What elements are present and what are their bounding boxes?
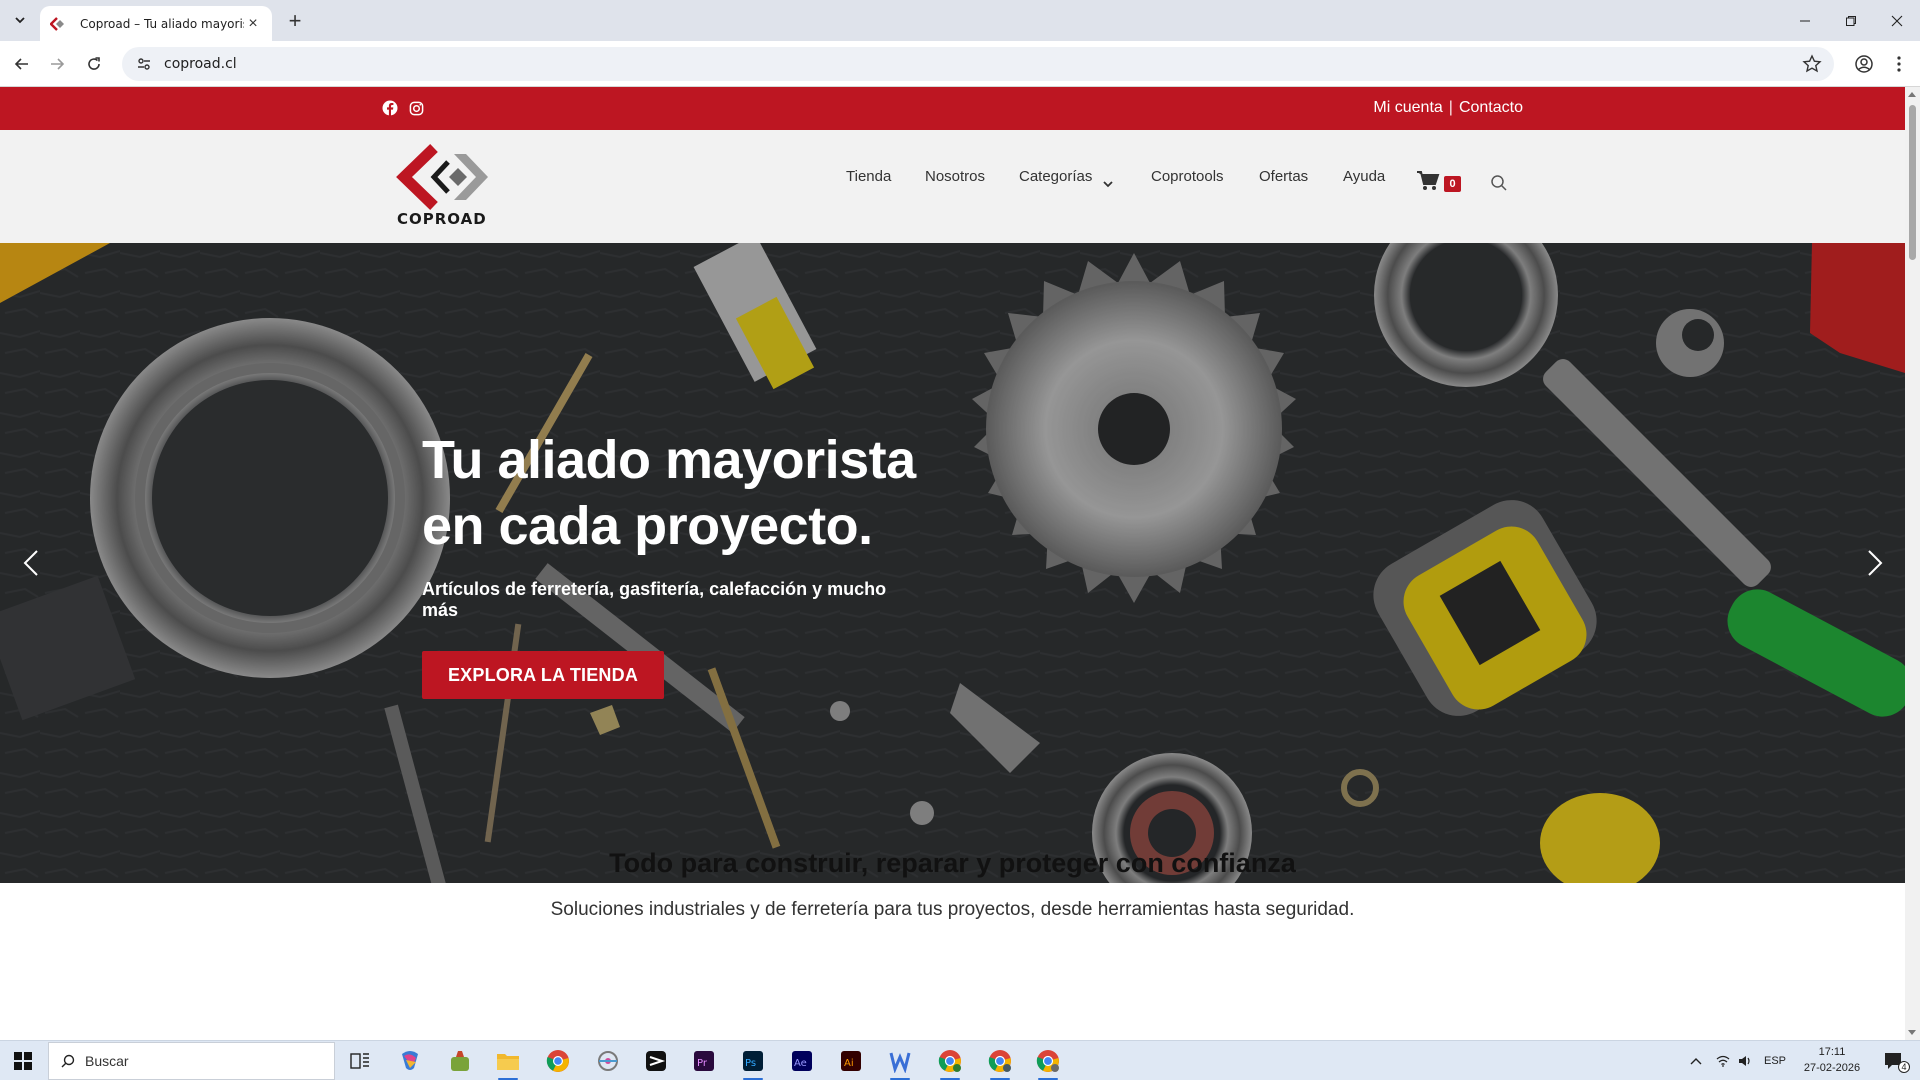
new-tab-button[interactable]: +	[282, 8, 308, 34]
taskbar-search-icon	[61, 1054, 75, 1068]
taskbar-clock[interactable]: 17:11 27-02-2026	[1802, 1044, 1862, 1076]
section-title: Todo para construir, reparar y proteger …	[609, 848, 1296, 878]
slider-prev-arrow-icon[interactable]	[16, 543, 46, 583]
svg-text:Ae: Ae	[794, 1058, 807, 1069]
chrome-profile-2-icon[interactable]	[980, 1045, 1020, 1080]
explore-store-button[interactable]: EXPLORA LA TIENDA	[422, 651, 664, 699]
cart-icon	[1417, 171, 1440, 190]
scroll-down-arrow-icon[interactable]	[1908, 1030, 1916, 1035]
bookmark-star-icon[interactable]	[1802, 54, 1822, 74]
system-tray: ESP	[1690, 1041, 1786, 1080]
volume-icon[interactable]	[1738, 1055, 1752, 1067]
tab-title: Coproad – Tu aliado mayorista	[80, 16, 244, 31]
taskbar-search[interactable]: Buscar	[48, 1042, 335, 1080]
illustrator-icon[interactable]: Ai	[831, 1045, 871, 1077]
notification-count: 4	[1898, 1061, 1910, 1073]
facebook-icon[interactable]	[380, 98, 400, 118]
logo-wordmark: COPROAD	[397, 210, 487, 228]
windows-taskbar: Buscar Pr Ps Ae Ai ESP 17:11 27-02-2026 …	[0, 1040, 1920, 1080]
chrome-icon[interactable]	[538, 1045, 578, 1077]
site-header: COPROAD Tienda Nosotros Categorías Copro…	[0, 130, 1905, 243]
site-info-icon[interactable]	[134, 54, 154, 74]
instagram-icon[interactable]	[406, 98, 426, 118]
tray-chevron-up-icon[interactable]	[1690, 1056, 1702, 1066]
web-page: Mi cuenta | Contacto COPROAD Tienda Noso…	[0, 87, 1905, 1040]
top-links: Mi cuenta | Contacto	[1373, 99, 1523, 117]
premiere-pro-icon[interactable]: Pr	[684, 1045, 724, 1077]
slider-next-arrow-icon[interactable]	[1860, 543, 1890, 583]
reload-icon[interactable]	[80, 50, 108, 78]
tab-close-icon[interactable]: ×	[244, 15, 262, 33]
hero-background-image	[0, 243, 1905, 883]
browser-toolbar: coproad.cl	[0, 41, 1920, 87]
back-arrow-icon[interactable]	[8, 50, 36, 78]
language-indicator[interactable]: ESP	[1764, 1055, 1786, 1067]
hero-subtitle: Artículos de ferretería, gasfitería, cal…	[422, 579, 887, 620]
wifi-icon[interactable]	[1716, 1055, 1730, 1067]
cart-count-badge: 0	[1444, 176, 1461, 192]
clock-time: 17:11	[1818, 1046, 1846, 1058]
forward-arrow-icon[interactable]	[43, 50, 71, 78]
my-account-link[interactable]: Mi cuenta	[1373, 99, 1442, 117]
minimize-icon[interactable]	[1782, 0, 1828, 41]
photoshop-icon[interactable]: Ps	[733, 1045, 773, 1080]
chrome-profile-1-icon[interactable]	[930, 1045, 970, 1080]
nav-item-categorias[interactable]: Categorías	[1019, 168, 1092, 185]
restore-icon[interactable]	[1828, 0, 1874, 41]
taskbar-search-text: Buscar	[85, 1053, 129, 1069]
hero-slider: Tu aliado mayorista en cada proyecto. Ar…	[0, 243, 1905, 883]
url-text: coproad.cl	[164, 56, 237, 72]
search-icon[interactable]	[1490, 174, 1508, 192]
wp-app-icon[interactable]	[880, 1045, 920, 1080]
game-app-icon[interactable]	[440, 1045, 480, 1077]
file-explorer-icon[interactable]	[488, 1045, 528, 1080]
capcut-icon[interactable]	[636, 1045, 676, 1077]
svg-text:Ps: Ps	[745, 1058, 756, 1069]
hero-title-line-2: en cada proyecto.	[422, 496, 873, 556]
active-tab[interactable]: Coproad – Tu aliado mayorista ×	[40, 6, 272, 41]
tab-list-chevron-icon[interactable]	[8, 8, 32, 32]
nav-item-tienda[interactable]: Tienda	[846, 168, 891, 185]
task-view-icon[interactable]	[340, 1045, 380, 1077]
section-subtitle: Soluciones industriales y de ferretería …	[550, 899, 1355, 920]
network-app-icon[interactable]	[588, 1045, 628, 1077]
chrome-profile-3-icon[interactable]	[1028, 1045, 1068, 1080]
close-window-icon[interactable]	[1874, 0, 1920, 41]
nav-item-nosotros[interactable]: Nosotros	[925, 168, 985, 185]
cart-button[interactable]: 0	[1416, 170, 1466, 196]
hero-title-line-1: Tu aliado mayorista	[422, 430, 916, 490]
windows-start-icon[interactable]	[0, 1041, 46, 1080]
categorias-chevron-down-icon[interactable]	[1102, 177, 1114, 194]
browser-tab-bar: Coproad – Tu aliado mayorista × +	[0, 0, 1920, 41]
top-bar: Mi cuenta | Contacto	[0, 87, 1905, 130]
nav-item-coprotools[interactable]: Coprotools	[1151, 168, 1224, 185]
after-effects-icon[interactable]: Ae	[782, 1045, 822, 1077]
hero-title: Tu aliado mayorista en cada proyecto.	[422, 427, 1042, 559]
scrollbar-thumb[interactable]	[1909, 105, 1916, 260]
link-separator: |	[1448, 99, 1453, 116]
svg-text:Ai: Ai	[844, 1058, 854, 1069]
profile-icon[interactable]	[1850, 50, 1878, 78]
nav-item-ayuda[interactable]: Ayuda	[1343, 168, 1385, 185]
notifications-icon[interactable]: 4	[1872, 1045, 1916, 1077]
copilot-icon[interactable]	[390, 1045, 430, 1077]
scroll-up-arrow-icon[interactable]	[1908, 92, 1916, 97]
svg-text:Pr: Pr	[697, 1058, 708, 1069]
contact-link[interactable]: Contacto	[1459, 99, 1523, 117]
address-bar[interactable]: coproad.cl	[122, 47, 1834, 81]
coproad-favicon-icon	[50, 16, 66, 32]
page-scrollbar[interactable]	[1905, 87, 1920, 1040]
clock-date: 27-02-2026	[1803, 1062, 1861, 1074]
kebab-menu-icon[interactable]	[1885, 50, 1913, 78]
nav-item-ofertas[interactable]: Ofertas	[1259, 168, 1308, 185]
